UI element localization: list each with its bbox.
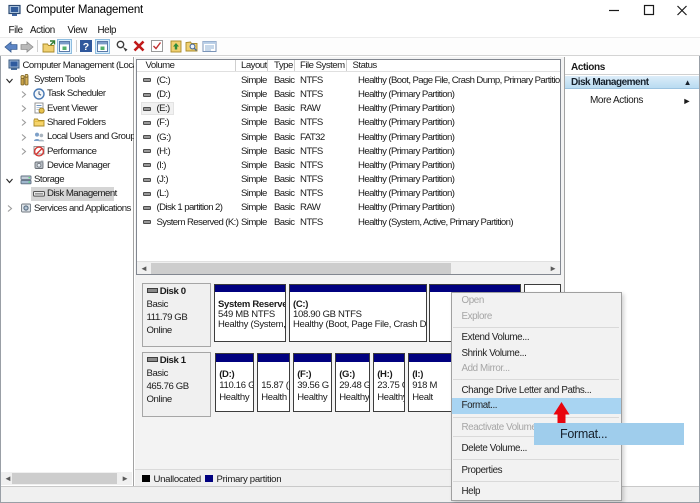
svg-text:?: ? (83, 41, 89, 53)
